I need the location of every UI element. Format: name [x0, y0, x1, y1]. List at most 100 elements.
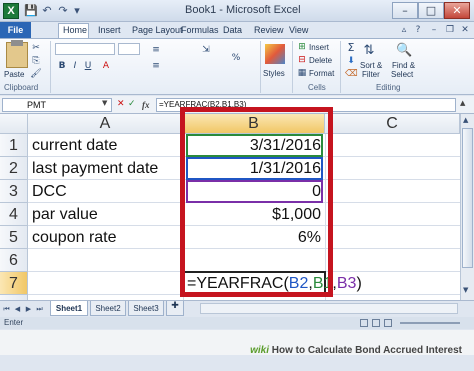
find-select-icon[interactable]: 🔍 — [396, 44, 412, 57]
align-top-icon[interactable]: ≡ — [150, 45, 162, 56]
sheet-tab-sheet3[interactable]: Sheet3 — [128, 301, 164, 316]
group-separator — [50, 41, 51, 93]
cell-styles-icon[interactable] — [265, 44, 285, 64]
group-separator — [260, 41, 261, 93]
column-header-a[interactable]: A — [28, 114, 183, 134]
group-label-editing: Editing — [376, 83, 401, 92]
find-select-button-line2[interactable]: Select — [391, 70, 413, 79]
cell-a3[interactable]: DCC — [32, 180, 67, 203]
minimize-button[interactable]: – — [392, 2, 418, 19]
horizontal-scrollbar[interactable] — [200, 303, 458, 314]
row-header-5[interactable]: 5 — [0, 226, 28, 249]
insert-cells-icon[interactable]: ⊞ — [296, 42, 308, 53]
tab-formulas[interactable]: Formulas — [181, 22, 219, 38]
save-icon[interactable]: 💾 — [24, 3, 38, 18]
cell-a2[interactable]: last payment date — [32, 157, 158, 180]
tab-file[interactable]: File — [0, 22, 31, 38]
sort-filter-button-line2[interactable]: Filter — [362, 70, 380, 79]
sort-filter-icon[interactable]: ⇅ — [363, 44, 375, 57]
row-header-6[interactable]: 6 — [0, 249, 28, 272]
page-layout-view-icon[interactable] — [372, 319, 380, 327]
delete-cells-icon[interactable]: ⊟ — [296, 55, 308, 66]
font-size-box[interactable] — [118, 43, 140, 55]
maximize-button[interactable]: □ — [418, 2, 444, 19]
footer-watermark: wiki How to Calculate Bond Accrued Inter… — [0, 330, 474, 356]
sheet-tab-sheet2[interactable]: Sheet2 — [90, 301, 126, 316]
scroll-up-icon[interactable]: ▲ — [463, 116, 472, 126]
name-box[interactable]: PMT — [2, 98, 112, 112]
next-sheet-icon[interactable]: ▶ — [24, 303, 33, 315]
workbook-minimize-icon[interactable]: – — [428, 24, 440, 36]
redo-icon[interactable]: ↷ — [56, 3, 70, 18]
bold-icon[interactable]: B — [56, 61, 68, 72]
tab-data[interactable]: Data — [223, 22, 242, 38]
cut-icon[interactable]: ✂ — [30, 43, 42, 54]
align-left-icon[interactable]: ≡ — [150, 61, 162, 72]
ribbon-collapse-icon[interactable]: ▵ — [398, 24, 410, 36]
insert-function-icon[interactable]: fx — [142, 98, 154, 112]
cell-a4[interactable]: par value — [32, 203, 98, 226]
undo-icon[interactable]: ↶ — [40, 3, 54, 18]
select-all-corner[interactable] — [0, 114, 28, 134]
tab-home[interactable]: Home — [63, 22, 87, 38]
cancel-entry-icon[interactable]: ✕ — [117, 99, 127, 111]
tab-insert[interactable]: Insert — [98, 22, 121, 38]
close-button[interactable]: ✕ — [444, 2, 470, 19]
prev-sheet-icon[interactable]: ◀ — [13, 303, 22, 315]
clear-icon[interactable]: ⌫ — [345, 69, 358, 80]
copy-icon[interactable]: ⎘ — [30, 56, 42, 67]
page-break-view-icon[interactable] — [384, 319, 392, 327]
ribbon: Paste ✂ ⎘ 🖌 Clipboard B I U A ≡ ≡ ⇲ % St… — [0, 38, 474, 95]
help-icon[interactable]: ? — [412, 24, 424, 36]
tab-page-layout[interactable]: Page Layout — [132, 22, 183, 38]
sort-filter-button[interactable]: Sort & — [360, 61, 382, 70]
row-header-3[interactable]: 3 — [0, 180, 28, 203]
workbook-restore-icon[interactable]: ❐ — [444, 24, 456, 36]
excel-app-icon[interactable]: X — [3, 3, 19, 19]
insert-button[interactable]: Insert — [309, 43, 329, 52]
insert-sheet-icon[interactable]: ✚ — [166, 301, 184, 316]
scroll-down-icon[interactable]: ▼ — [463, 286, 472, 296]
group-label-clipboard: Clipboard — [4, 83, 39, 92]
zoom-slider[interactable] — [400, 322, 460, 324]
format-painter-icon[interactable]: 🖌 — [30, 69, 42, 80]
confirm-entry-icon[interactable]: ✓ — [128, 99, 138, 111]
cell-a1[interactable]: current date — [32, 134, 117, 157]
find-select-button[interactable]: Find & — [392, 61, 415, 70]
styles-button[interactable]: Styles — [263, 69, 285, 78]
scroll-thumb[interactable] — [462, 128, 473, 268]
name-box-dropdown-icon[interactable]: ▼ — [102, 99, 111, 110]
row-header-1[interactable]: 1 — [0, 134, 28, 157]
group-separator — [292, 41, 293, 93]
autosum-icon[interactable]: Σ — [345, 42, 357, 53]
delete-button[interactable]: Delete — [309, 56, 332, 65]
paste-clip-icon — [11, 40, 23, 46]
sheet-tab-sheet1[interactable]: Sheet1 — [50, 301, 88, 316]
paste-button[interactable]: Paste — [4, 70, 24, 79]
wrap-text-icon[interactable]: ⇲ — [200, 45, 212, 56]
number-format-icon[interactable]: % — [230, 53, 242, 64]
sheet-tab-bar: ⏮ ◀ ▶ ⏭ Sheet1 Sheet2 Sheet3 ✚ — [0, 300, 474, 316]
normal-view-icon[interactable] — [360, 319, 368, 327]
vertical-scrollbar[interactable]: ▲ ▼ — [460, 114, 474, 300]
row-header-4[interactable]: 4 — [0, 203, 28, 226]
cell-a5[interactable]: coupon rate — [32, 226, 117, 249]
format-cells-icon[interactable]: ▦ — [296, 68, 308, 79]
customize-arrow-icon[interactable]: ▾ — [70, 3, 84, 18]
font-name-box[interactable] — [55, 43, 115, 55]
tab-view[interactable]: View — [289, 22, 308, 38]
tab-review[interactable]: Review — [254, 22, 284, 38]
first-sheet-icon[interactable]: ⏮ — [2, 303, 11, 315]
font-color-icon[interactable]: A — [100, 61, 112, 72]
row-header-2[interactable]: 2 — [0, 157, 28, 180]
format-button[interactable]: Format — [309, 69, 334, 78]
fill-icon[interactable]: ⬇ — [345, 56, 357, 67]
italic-icon[interactable]: I — [69, 61, 81, 72]
column-header-c[interactable]: C — [325, 114, 460, 134]
formula-ref-b3: B3 — [336, 275, 357, 292]
expand-formula-bar-icon[interactable]: ▲ — [460, 99, 470, 111]
workbook-close-icon[interactable]: ✕ — [459, 24, 471, 36]
underline-icon[interactable]: U — [82, 61, 94, 72]
last-sheet-icon[interactable]: ⏭ — [35, 303, 44, 315]
row-header-7[interactable]: 7 — [0, 272, 28, 295]
